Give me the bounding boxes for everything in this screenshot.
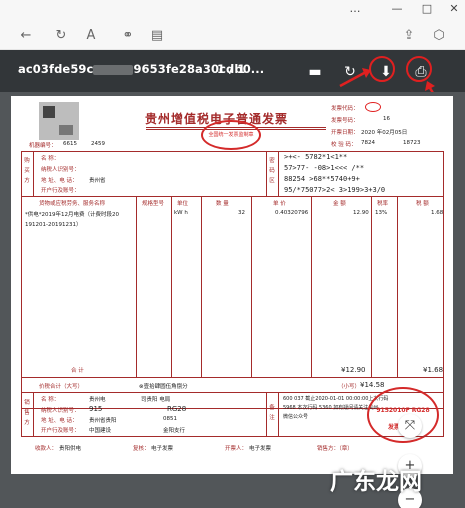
goods-header-name: 货物或应税劳务、服务名称 bbox=[39, 201, 106, 207]
total-small: ¥14.58 bbox=[360, 381, 385, 389]
comment-icon[interactable]: ▬ bbox=[304, 61, 326, 83]
machine-code-tail: 2459 bbox=[91, 141, 105, 147]
tax-seal: 全国统一发票监制章 bbox=[201, 120, 261, 150]
buyer-bank-label: 开户行及账号： bbox=[41, 188, 80, 194]
invoice-code-mark bbox=[365, 102, 381, 112]
seller-stamp-label: 销售方：（章） bbox=[317, 446, 353, 452]
cipher-side-line bbox=[278, 151, 279, 196]
check-code-start: 7824 bbox=[361, 140, 375, 146]
machine-code: 6615 bbox=[63, 141, 77, 147]
maximize-button[interactable]: □ bbox=[417, 2, 437, 16]
download-highlight-circle bbox=[369, 56, 395, 82]
pdf-viewport[interactable]: 贵州增值税电子普通发票 全国统一发票监制章 机器编号： 6615 2459 发票… bbox=[0, 92, 465, 508]
goods-header-unit: 单位 bbox=[177, 201, 189, 207]
buyer-name-label: 名 称： bbox=[41, 156, 60, 162]
qr-code bbox=[39, 102, 79, 140]
cipher-side-label: 密码区 bbox=[269, 158, 275, 184]
buyer-side-line bbox=[33, 151, 34, 196]
buyer-addr-label: 地 址、电 话： bbox=[41, 178, 78, 184]
more-icon[interactable]: … bbox=[345, 2, 365, 16]
total-divider bbox=[21, 377, 444, 378]
buyer-divider bbox=[21, 196, 444, 197]
cipher-line: 95/*75077>2< 3>199>3+3/0 bbox=[284, 186, 386, 194]
goods-amount: 12.90 bbox=[353, 210, 369, 216]
col-line bbox=[136, 196, 137, 377]
goods-name-line1: *供电*2019年12月电费（计费时段20 bbox=[25, 212, 119, 218]
link-icon[interactable]: ⚭ bbox=[119, 27, 137, 45]
invoice-no-tail: 16 bbox=[383, 116, 390, 122]
cipher-line: >+<- 5782*1<1** bbox=[284, 153, 348, 161]
text-size-icon[interactable]: A bbox=[82, 27, 100, 45]
reviewer-value: 电子发票 bbox=[151, 446, 174, 452]
col-line bbox=[371, 196, 372, 377]
file-name-start: ac03fde59c bbox=[18, 62, 94, 76]
redaction-block bbox=[93, 64, 134, 75]
reader-icon[interactable]: ▤ bbox=[148, 27, 166, 45]
tax-seal-text: 全国统一发票监制章 bbox=[208, 132, 254, 138]
goods-rate: 13% bbox=[375, 210, 388, 216]
issue-date: 2020 年02月05日 bbox=[361, 130, 408, 136]
back-icon[interactable]: ← bbox=[17, 27, 35, 45]
total-label: 合 计 bbox=[71, 368, 84, 374]
refresh-icon[interactable]: ↻ bbox=[52, 27, 70, 45]
goods-header-tax: 税 额 bbox=[416, 201, 429, 207]
invoice-no-label: 发票号码： bbox=[331, 118, 359, 124]
buyer-side-label: 购买方 bbox=[24, 158, 30, 184]
invoice-code-label: 发票代码： bbox=[331, 106, 359, 112]
print-highlight-circle bbox=[406, 56, 432, 82]
minimize-button[interactable]: — bbox=[387, 2, 407, 16]
goods-header-amount: 金 额 bbox=[333, 201, 346, 207]
watermark-text: 广东龙网 bbox=[330, 469, 422, 495]
fit-page-button[interactable]: ⤧ bbox=[398, 414, 422, 438]
col-line bbox=[397, 196, 398, 377]
goods-header-rate: 税率 bbox=[377, 201, 389, 207]
goods-price: 0.40320796 bbox=[275, 210, 309, 216]
pdf-toolbar: ac03fde59c 9653fe28a30cdb0... 1 / 1 ▬ ↻ ⬇… bbox=[0, 50, 465, 92]
browser-toolbar: … — □ ✕ ← ↻ A ⚭ ▤ ⇪ ⬡ bbox=[0, 0, 465, 50]
goods-header-price: 单 价 bbox=[273, 201, 286, 207]
invoice-page: 贵州增值税电子普通发票 全国统一发票监制章 机器编号： 6615 2459 发票… bbox=[11, 96, 453, 474]
check-code-label: 校 验 码： bbox=[331, 142, 357, 148]
machine-code-label: 机器编号： bbox=[29, 143, 57, 149]
seller-frame bbox=[21, 392, 444, 437]
issue-date-label: 开票日期： bbox=[331, 130, 359, 136]
close-button[interactable]: ✕ bbox=[444, 2, 464, 16]
goods-header-qty: 数 量 bbox=[216, 201, 229, 207]
cipher-left-line bbox=[266, 151, 267, 196]
goods-unit: kW h bbox=[174, 210, 188, 216]
cipher-line: 88254 >68**5740+9+ bbox=[284, 175, 360, 183]
col-line bbox=[171, 196, 172, 377]
total-small-label: （小写） bbox=[338, 384, 361, 390]
buyer-tax-label: 纳税人识别号： bbox=[41, 167, 80, 173]
buyer-addr-value: 贵州省 bbox=[89, 178, 106, 184]
total-words: ⊗壹拾肆圆伍角捌分 bbox=[139, 384, 188, 390]
payee-label: 收款人： bbox=[35, 446, 58, 452]
drawer-value: 电子发票 bbox=[249, 446, 272, 452]
share-icon[interactable]: ⇪ bbox=[400, 27, 418, 45]
arrow-to-download-icon bbox=[339, 68, 371, 88]
col-line bbox=[311, 196, 312, 377]
extensions-icon[interactable]: ⬡ bbox=[430, 27, 448, 45]
goods-header-spec: 规格型号 bbox=[142, 201, 165, 207]
reviewer-label: 复核： bbox=[133, 446, 150, 452]
goods-name-line2: 191201-20191231） bbox=[25, 222, 82, 228]
page-indicator: 1 / 1 bbox=[217, 62, 246, 76]
payee-value: 贵阳供电 bbox=[59, 446, 82, 452]
goods-tax: 1.68 bbox=[431, 210, 444, 216]
total-words-label: 价税合计（大写） bbox=[39, 384, 84, 390]
total-amount: ¥12.90 bbox=[341, 366, 366, 374]
col-line bbox=[201, 196, 202, 377]
total-tax: ¥1.68 bbox=[423, 366, 444, 374]
goods-qty: 32 bbox=[238, 210, 245, 216]
col-line bbox=[251, 196, 252, 377]
cipher-line: 57>77- -08>1<<< /** bbox=[284, 164, 365, 172]
check-code-end: 18723 bbox=[403, 140, 421, 146]
drawer-label: 开票人： bbox=[225, 446, 248, 452]
